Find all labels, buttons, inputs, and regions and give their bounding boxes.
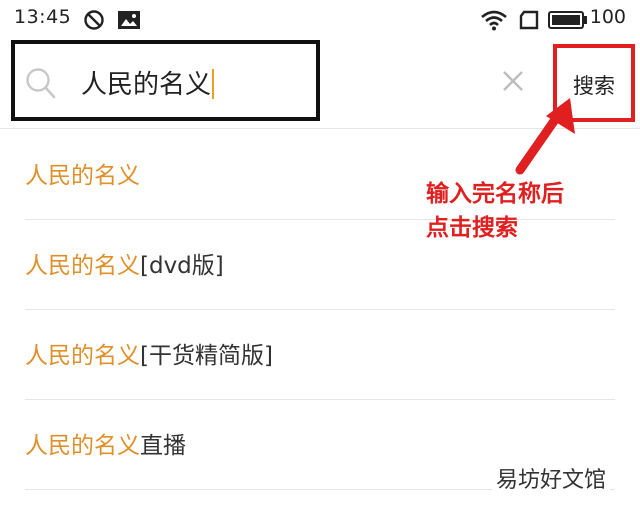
search-button[interactable]: 搜索 xyxy=(553,44,635,122)
battery-percentage: 100 xyxy=(589,6,626,28)
suggestion-text: 人民的名义[dvd版] xyxy=(25,246,224,280)
battery-icon xyxy=(548,11,588,33)
suggestion-text: 人民的名义 xyxy=(25,156,140,190)
search-query-text: 人民的名义 xyxy=(81,64,214,101)
suggestion-highlight: 人民的名义 xyxy=(25,343,140,369)
suggestion-highlight: 人民的名义 xyxy=(25,163,140,189)
suggestion-text: 人民的名义[干货精简版] xyxy=(25,336,273,370)
search-button-label: 搜索 xyxy=(573,74,615,98)
suggestion-highlight: 人民的名义 xyxy=(25,253,140,279)
do-not-disturb-icon xyxy=(83,9,105,35)
annotation-line-2: 点击搜索 xyxy=(426,215,518,241)
suggestion-item[interactable]: 人民的名义[干货精简版] xyxy=(0,309,640,399)
search-input[interactable]: 人民的名义 xyxy=(11,40,320,121)
search-icon xyxy=(25,67,57,105)
status-time: 13:45 xyxy=(14,6,72,28)
sim-card-icon xyxy=(518,10,540,34)
suggestion-suffix: [dvd版] xyxy=(140,253,224,279)
suggestion-text: 人民的名义直播 xyxy=(25,426,186,460)
annotation-line-1: 输入完名称后 xyxy=(426,181,564,207)
annotation-note: 输入完名称后 点击搜索 xyxy=(426,177,564,245)
clear-search-button[interactable] xyxy=(498,66,528,96)
status-bar: 13:45 100 xyxy=(0,0,640,40)
wifi-icon xyxy=(480,9,508,35)
suggestion-suffix: 直播 xyxy=(140,433,186,459)
suggestion-highlight: 人民的名义 xyxy=(25,433,140,459)
close-icon xyxy=(503,71,523,91)
watermark: 易坊好文馆 xyxy=(491,462,610,494)
suggestion-suffix: [干货精简版] xyxy=(140,343,273,369)
image-icon xyxy=(117,9,141,35)
